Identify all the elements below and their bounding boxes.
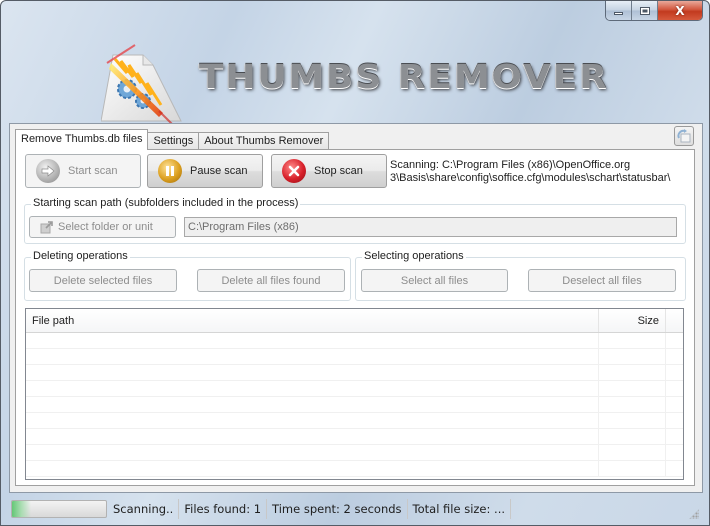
app-window: X THUMBS REMOVER Remove Thumbs.db files …: [0, 0, 710, 526]
select-all-files-button[interactable]: Select all files: [361, 269, 508, 292]
empty-list-row: [26, 413, 683, 429]
empty-list-row: [26, 333, 683, 349]
stop-scan-label: Stop scan: [314, 165, 363, 177]
tab-strip: Remove Thumbs.db files Settings About Th…: [15, 129, 330, 150]
status-files-found: Files found: 1: [179, 499, 268, 519]
start-scan-button[interactable]: Start scan: [25, 154, 141, 188]
scan-status-line-1: Scanning: C:\Program Files (x86)\OpenOff…: [390, 159, 631, 171]
status-scanning: Scanning..: [107, 499, 180, 519]
delete-selected-files-button[interactable]: Delete selected files: [29, 269, 177, 292]
stop-x-icon: [282, 159, 306, 183]
empty-list-row: [26, 381, 683, 397]
tab-about[interactable]: About Thumbs Remover: [198, 132, 330, 150]
empty-list-row: [26, 429, 683, 445]
deselect-all-files-button[interactable]: Deselect all files: [528, 269, 676, 292]
maximize-button[interactable]: [632, 1, 658, 20]
select-folder-button[interactable]: Select folder or unit: [29, 216, 176, 238]
scan-status-line-2: 3\Basis\share\config\soffice.cfg\modules…: [390, 172, 671, 184]
select-folder-label: Select folder or unit: [58, 221, 153, 233]
stop-scan-button[interactable]: Stop scan: [271, 154, 387, 188]
resize-grip[interactable]: [689, 509, 699, 519]
start-scan-label: Start scan: [68, 165, 118, 177]
close-icon: X: [675, 3, 685, 18]
arrow-right-icon: [36, 159, 60, 183]
deleting-operations-label: Deleting operations: [31, 250, 130, 262]
scan-progress-fill: [12, 501, 31, 517]
folder-select-icon: [40, 221, 53, 234]
status-total-size: Total file size: ...: [408, 499, 512, 519]
file-list-header: File path Size: [26, 309, 683, 333]
status-time-spent: Time spent: 2 seconds: [267, 499, 408, 519]
empty-list-row: [26, 365, 683, 381]
empty-list-row: [26, 445, 683, 461]
pause-icon: [158, 159, 182, 183]
scan-status-text: Scanning: C:\Program Files (x86)\OpenOff…: [390, 159, 690, 185]
empty-list-row: [26, 349, 683, 365]
pause-scan-button[interactable]: Pause scan: [147, 154, 263, 188]
scan-progress-bar: [11, 500, 107, 518]
column-header-size[interactable]: Size: [599, 309, 666, 332]
close-button[interactable]: X: [658, 1, 702, 20]
window-restore-icon: [677, 129, 691, 143]
minimize-icon: [614, 12, 623, 15]
scan-path-input[interactable]: [184, 217, 677, 237]
empty-list-row: [26, 461, 683, 477]
column-header-file-path[interactable]: File path: [26, 309, 599, 332]
empty-list-row: [26, 397, 683, 413]
status-bar: Scanning.. Files found: 1 Time spent: 2 …: [9, 496, 703, 522]
tab-settings[interactable]: Settings: [147, 132, 200, 150]
maximize-icon: [639, 6, 650, 15]
pause-scan-label: Pause scan: [190, 165, 248, 177]
app-title-banner: THUMBS REMOVER: [199, 57, 609, 96]
file-list[interactable]: File path Size: [25, 308, 684, 480]
main-panel: Remove Thumbs.db files Settings About Th…: [9, 123, 703, 493]
burning-file-logo-icon: [101, 44, 182, 126]
app-banner: THUMBS REMOVER: [101, 35, 621, 126]
minimize-button[interactable]: [606, 1, 632, 20]
delete-all-files-button[interactable]: Delete all files found: [197, 269, 345, 292]
window-controls: X: [605, 1, 703, 21]
selecting-operations-label: Selecting operations: [362, 250, 466, 262]
restore-view-button[interactable]: [674, 126, 694, 146]
scan-path-group-label: Starting scan path (subfolders included …: [31, 197, 301, 209]
remove-thumbs-panel: Start scan Pause scan Stop scan Scanning…: [15, 149, 695, 486]
tab-remove-thumbs[interactable]: Remove Thumbs.db files: [15, 129, 149, 150]
